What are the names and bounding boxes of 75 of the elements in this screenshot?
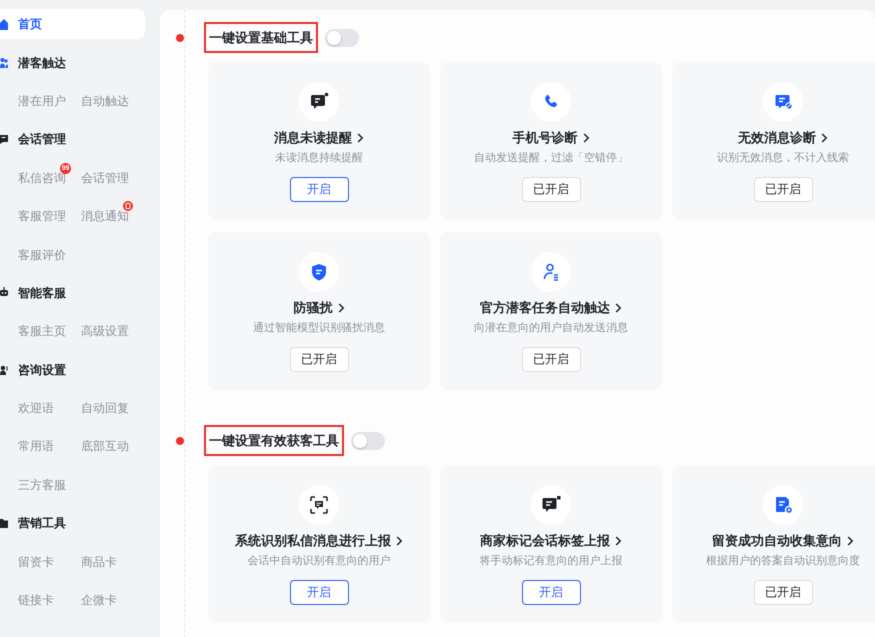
sidebar-subitem[interactable]: 商品卡 (81, 552, 117, 571)
tool-description: 会话中自动识别有意向的用户 (248, 554, 390, 569)
sidebar-subitem[interactable]: 客服管理 (18, 207, 66, 226)
tool-description: 将手动标记有意向的用户上报 (480, 554, 622, 569)
sidebar-subitem[interactable]: 会话管理 (81, 168, 129, 187)
tool-description: 通过智能模型识别骚扰消息 (253, 320, 385, 336)
chat-bubble-icon (299, 82, 339, 122)
toggle-switch[interactable] (351, 432, 385, 450)
sidebar-subitem[interactable]: 欢迎语 (18, 399, 54, 418)
chevron-right-icon (396, 536, 403, 546)
tool-title-link[interactable]: 商家标记会话标签上报 (480, 533, 622, 549)
chevron-right-icon (357, 133, 364, 143)
sidebar-subitem[interactable]: 潜在用户 (18, 92, 66, 110)
toggle-switch[interactable] (325, 28, 359, 46)
timeline-dot-icon (176, 34, 184, 42)
home-icon (0, 18, 8, 30)
tool-description: 自动发送提醒，过滤「空错停」 (474, 150, 628, 166)
tool-description: 根据用户的答案自动识别意向度 (706, 554, 860, 569)
users-icon (0, 56, 8, 69)
tool-title-link[interactable]: 手机号诊断 (512, 130, 590, 146)
chevron-right-icon (338, 303, 344, 313)
sidebar-item[interactable]: 智能客服 (0, 278, 145, 308)
tool-title-link[interactable]: 无效消息诊断 (738, 130, 828, 146)
document-badge-icon (763, 485, 803, 525)
section-title: 一键设置有效获客工具 (204, 425, 344, 456)
chevron-right-icon (582, 133, 590, 143)
sidebar-item[interactable]: 营销工具 (0, 508, 145, 538)
sidebar-subitem[interactable]: 链接卡 (18, 591, 54, 610)
sidebar-item[interactable]: 潜客触达 (0, 48, 145, 78)
tool-description: 向潜在意向的用户自动发送消息 (474, 320, 628, 336)
sidebar-subitem[interactable]: 底部互动 (81, 437, 129, 456)
sidebar-subitem[interactable]: 企微卡 (81, 591, 117, 610)
sidebar-subitem[interactable]: 客服评价 (18, 246, 66, 264)
folder-icon (0, 517, 8, 530)
sidebar-item[interactable]: 首页 (0, 9, 145, 40)
sidebar-subitem[interactable]: 常用语 (18, 437, 54, 456)
phone-icon (531, 82, 571, 122)
tool-title-link[interactable]: 留资成功自动收集意向 (712, 533, 854, 549)
sidebar-subitem[interactable]: 三方客服 (18, 476, 66, 494)
chevron-right-icon (615, 303, 622, 313)
sidebar-item[interactable]: 会话管理 (0, 124, 145, 154)
sidebar-subitem[interactable]: 客服主页 (18, 322, 66, 340)
scan-frame-icon (299, 485, 339, 525)
robot-icon (0, 286, 8, 299)
tool-description: 识别无效消息，不计入线索 (717, 150, 849, 166)
chat-bubble-icon (531, 485, 571, 525)
enable-button[interactable]: 已开启 (290, 347, 348, 372)
chevron-right-icon (821, 133, 828, 143)
tool-title-link[interactable]: 消息未读提醒 (274, 130, 364, 146)
message-badge-icon (763, 82, 803, 122)
enable-button[interactable]: 已开启 (754, 580, 812, 605)
sidebar-subitem[interactable]: 留资卡 (18, 552, 54, 571)
enable-button[interactable]: 开启 (522, 580, 580, 605)
enable-button[interactable]: 已开启 (754, 177, 812, 202)
enable-button[interactable]: 已开启 (522, 347, 580, 372)
sidebar-subitem[interactable]: 自动触达 (81, 92, 129, 110)
user-list-icon (531, 252, 571, 292)
timeline-dot-icon (176, 436, 184, 444)
tool-description: 未读消息持续提醒 (275, 151, 363, 166)
chevron-right-icon (615, 536, 622, 546)
enable-button[interactable]: 开启 (290, 580, 348, 605)
enable-button[interactable]: 已开启 (522, 177, 580, 202)
tool-title-link[interactable]: 防骚扰 (294, 300, 344, 316)
chevron-right-icon (847, 536, 854, 546)
sidebar-subitem[interactable]: 高级设置 (81, 322, 129, 340)
tool-title-link[interactable]: 系统识别私信消息进行上报 (235, 533, 403, 549)
enable-button[interactable]: 开启 (290, 177, 348, 202)
section-title: 一键设置基础工具 (204, 22, 318, 53)
sidebar-subitem[interactable]: 自动回复 (81, 399, 129, 418)
chat-icon (0, 133, 8, 146)
sidebar-subitem[interactable]: 消息通知 (81, 207, 129, 226)
tool-title-link[interactable]: 官方潜客任务自动触达 (480, 300, 622, 316)
sidebar-item[interactable]: 咨询设置 (0, 354, 145, 385)
headset-icon (0, 364, 8, 376)
shield-icon (299, 252, 339, 292)
